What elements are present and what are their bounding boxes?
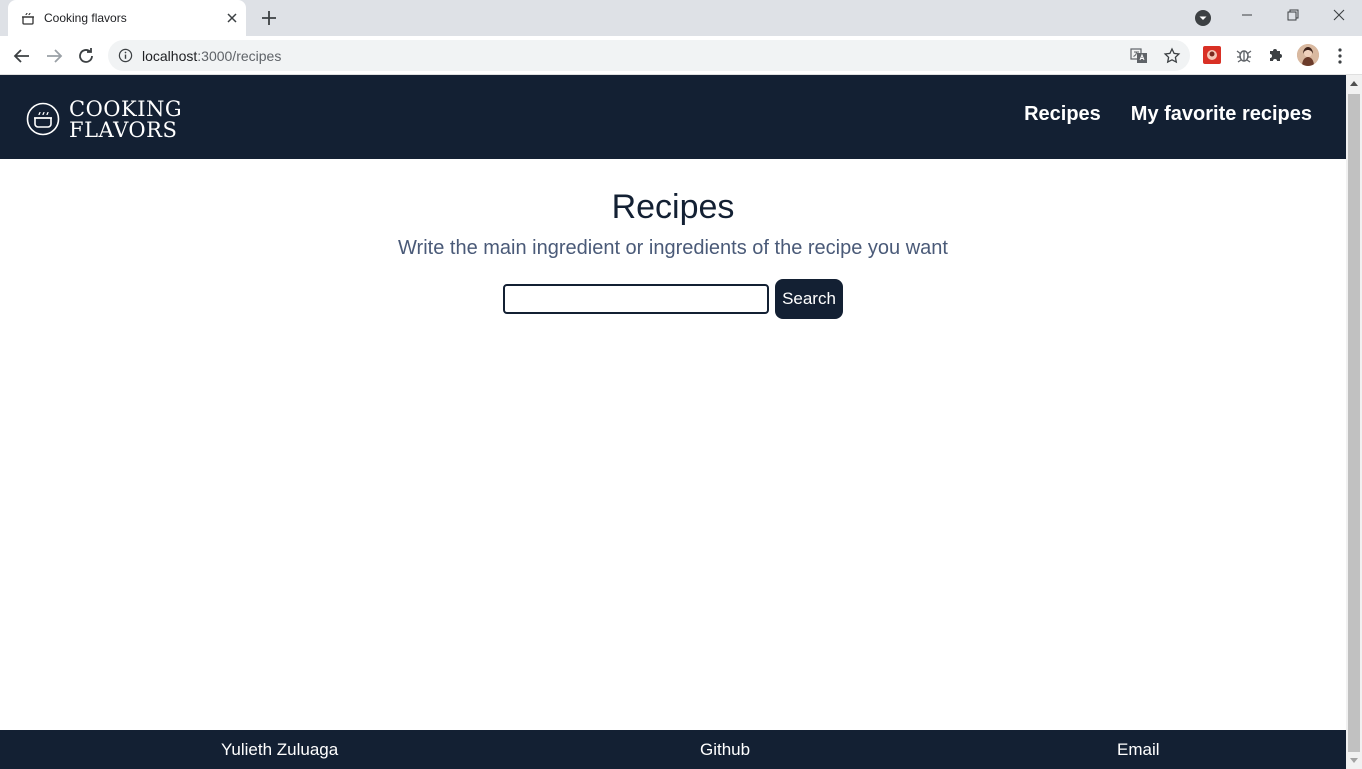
page-title: Recipes: [611, 188, 735, 226]
site-info-icon[interactable]: [118, 48, 133, 63]
footer-github-link[interactable]: Github: [700, 740, 750, 760]
nav-link-favorite-recipes[interactable]: My favorite recipes: [1131, 103, 1312, 126]
footer-author-name: Yulieth Zuluaga: [221, 740, 339, 759]
restore-window-button[interactable]: [1270, 0, 1316, 32]
ingredient-search-input[interactable]: [503, 284, 770, 314]
tab-title: Cooking flavors: [44, 11, 127, 25]
site-header: COOKING FLAVORS Recipes My favorite reci…: [0, 75, 1346, 159]
reload-icon[interactable]: [74, 44, 98, 68]
restore-icon: [1287, 9, 1299, 21]
translate-icon[interactable]: [1130, 47, 1148, 65]
page-subtitle: Write the main ingredient or ingredients…: [398, 237, 948, 259]
browser-tab-strip: Cooking flavors: [0, 0, 1362, 36]
browser-menu-icon[interactable]: [1332, 46, 1348, 66]
cooking-pot-favicon-icon: [22, 12, 34, 25]
logo-wordmark: COOKING FLAVORS: [69, 99, 182, 141]
minimize-icon: [1242, 14, 1252, 16]
browser-tab[interactable]: Cooking flavors: [8, 0, 246, 36]
profile-photo-icon: [1297, 44, 1319, 66]
search-form: Search: [0, 279, 1346, 319]
close-window-button[interactable]: [1316, 0, 1362, 32]
back-arrow-icon[interactable]: [10, 44, 34, 68]
extension-red-icon[interactable]: [1202, 45, 1222, 65]
site-logo[interactable]: COOKING FLAVORS: [26, 99, 186, 143]
search-button[interactable]: Search: [775, 279, 843, 319]
footer-email-link[interactable]: Email: [1117, 740, 1160, 760]
main-navigation: Recipes My favorite recipes: [1024, 103, 1312, 126]
bookmark-star-icon[interactable]: [1163, 47, 1181, 65]
extension-bug-icon[interactable]: [1234, 45, 1254, 65]
close-icon: [1333, 9, 1345, 21]
address-bar[interactable]: localhost:3000/recipes: [108, 40, 1190, 71]
page-viewport: COOKING FLAVORS Recipes My favorite reci…: [0, 75, 1346, 769]
logo-line-1: COOKING: [69, 97, 183, 121]
url-path: :3000/recipes: [197, 48, 282, 64]
tab-search-icon[interactable]: [1194, 9, 1212, 27]
minimize-window-button[interactable]: [1224, 0, 1270, 32]
recipes-search-section: Recipes Write the main ingredient or ing…: [0, 159, 1346, 319]
url-host: localhost: [142, 48, 198, 64]
nav-link-recipes[interactable]: Recipes: [1024, 103, 1101, 126]
logo-line-2: FLAVORS: [69, 118, 178, 142]
profile-avatar[interactable]: [1297, 44, 1319, 66]
cooking-pot-logo-icon: [26, 102, 60, 136]
scroll-up-arrow-icon[interactable]: [1350, 81, 1358, 86]
browser-toolbar: localhost:3000/recipes: [0, 36, 1362, 75]
new-tab-plus-icon[interactable]: [258, 7, 280, 29]
scroll-down-arrow-icon[interactable]: [1350, 758, 1358, 763]
site-footer: Yulieth Zuluaga Github Email: [0, 730, 1346, 769]
forward-arrow-icon[interactable]: [42, 44, 66, 68]
page-scrollbar[interactable]: [1346, 75, 1362, 769]
close-tab-icon[interactable]: [224, 10, 240, 26]
scrollbar-thumb[interactable]: [1348, 94, 1360, 752]
extensions-puzzle-icon[interactable]: [1266, 45, 1286, 65]
url-text[interactable]: localhost:3000/recipes: [142, 48, 281, 64]
